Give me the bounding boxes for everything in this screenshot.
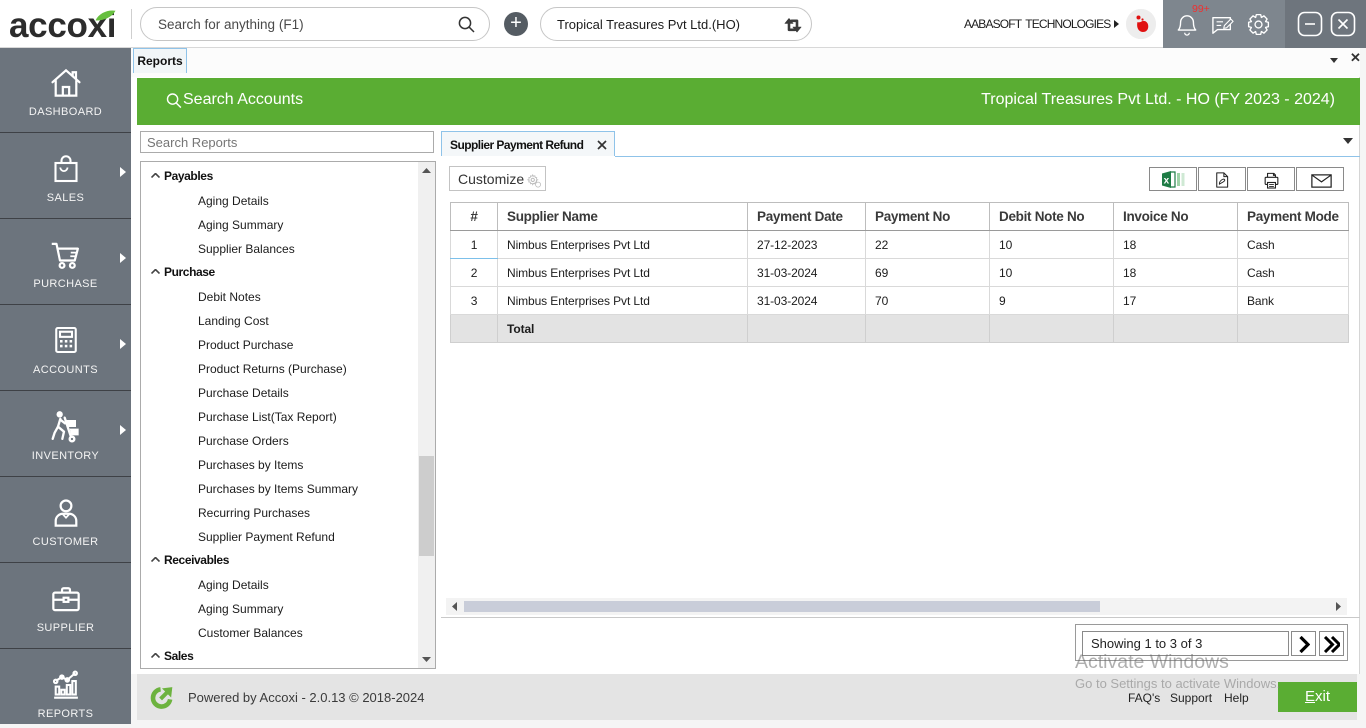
svg-text:x: x (1164, 176, 1170, 187)
